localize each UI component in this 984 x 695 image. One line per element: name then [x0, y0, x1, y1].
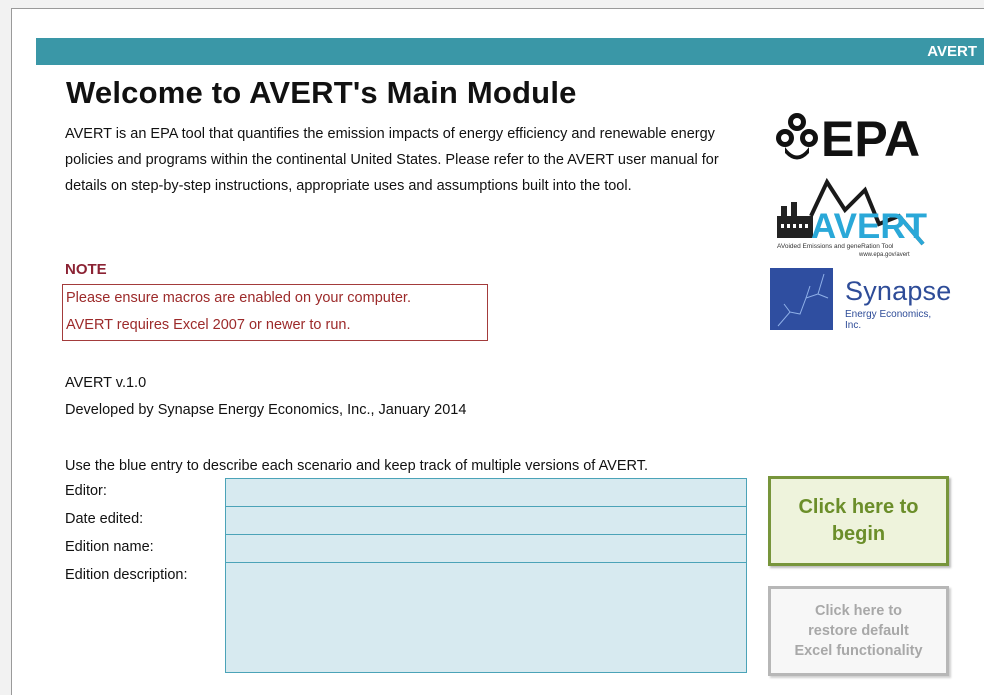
synapse-wordmark: Synapse	[845, 276, 952, 306]
synapse-subtitle: Energy Economics, Inc.	[845, 309, 932, 331]
avert-wordmark: AVERT	[811, 207, 927, 246]
editor-label: Editor:	[65, 483, 107, 499]
intro-paragraph: AVERT is an EPA tool that quantifies the…	[65, 126, 719, 194]
synapse-logo: Synapse Energy Economics, Inc.	[770, 268, 952, 332]
restore-excel-button[interactable]: Click here to restore default Excel func…	[768, 586, 949, 676]
epa-wordmark: EPA	[821, 111, 920, 164]
avert-url: www.epa.gov/avert	[858, 252, 910, 258]
entry-instruction: Use the blue entry to describe each scen…	[65, 458, 648, 474]
edition-description-field[interactable]	[225, 562, 747, 673]
note-line-macros: Please ensure macros are enabled on your…	[66, 290, 411, 306]
date-edited-label: Date edited:	[65, 511, 144, 527]
begin-button[interactable]: Click here to begin	[768, 476, 949, 566]
edition-description-label: Edition description:	[65, 567, 188, 583]
begin-button-label-line1: Click here to	[798, 496, 919, 518]
version-text: AVERT v.1.0	[65, 375, 147, 391]
page-title: Welcome to AVERT's Main Module	[66, 75, 577, 110]
edition-name-field[interactable]	[225, 534, 747, 563]
restore-button-label-line2: restore default	[808, 623, 909, 639]
worksheet: AVERT Welcome to AVERT's Main Module AVE…	[11, 8, 984, 695]
avert-tagline: AVoided Emissions and geneRation Tool	[777, 243, 894, 250]
epa-logo: EPA	[775, 108, 940, 167]
avert-logo: AVERT AVoided Emissions and geneRation T…	[775, 172, 940, 258]
developer-credit: Developed by Synapse Energy Economics, I…	[65, 402, 467, 418]
edition-name-label: Edition name:	[65, 539, 154, 555]
begin-button-label-line2: begin	[831, 523, 886, 545]
synapse-mark-icon	[770, 268, 833, 330]
header-banner: AVERT	[36, 38, 984, 65]
restore-button-label-line1: Click here to	[814, 603, 903, 619]
banner-label: AVERT	[927, 43, 977, 60]
date-edited-field[interactable]	[225, 506, 747, 535]
note-heading: NOTE	[65, 261, 107, 278]
note-line-excel-version: AVERT requires Excel 2007 or newer to ru…	[66, 317, 351, 333]
restore-button-label-line3: Excel functionality	[794, 643, 923, 659]
note-box: Please ensure macros are enabled on your…	[62, 284, 488, 341]
editor-field[interactable]	[225, 478, 747, 507]
